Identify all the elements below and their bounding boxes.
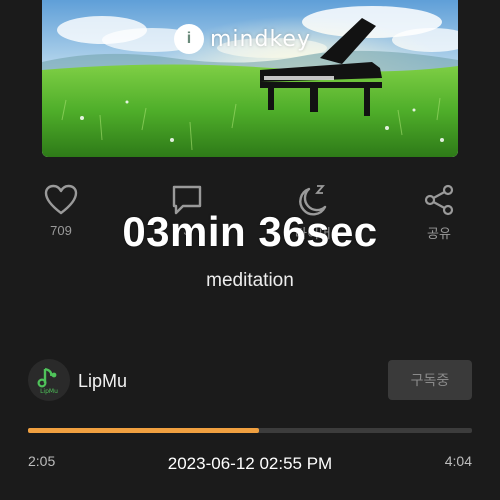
subscribe-button[interactable]: 구독중 [388,360,472,400]
brand-text: mindkey [210,26,311,52]
total-time: 4:04 [444,453,472,469]
lipmu-logo-icon: LipMu [37,367,58,395]
heart-logo-icon: i [174,24,204,54]
progress-fill [28,428,259,433]
genre-label: meditation [206,270,294,291]
elapsed-timer: 03min 36sec [122,208,378,255]
progress-bar[interactable] [28,428,472,433]
channel-avatar[interactable]: LipMu [28,359,70,401]
brand-logo: i mindkey [174,24,311,54]
timestamp: 2023-06-12 02:55 PM [167,454,333,473]
channel-name[interactable]: LipMu [78,371,127,392]
channel-row: LipMu LipMu 구독중 [28,359,472,403]
cover-art[interactable]: i mindkey [42,0,458,157]
player-screen: i mindkey 709 3 타이머 공유 03min 36sec medit… [0,0,500,500]
avatar-label: LipMu [40,388,58,395]
